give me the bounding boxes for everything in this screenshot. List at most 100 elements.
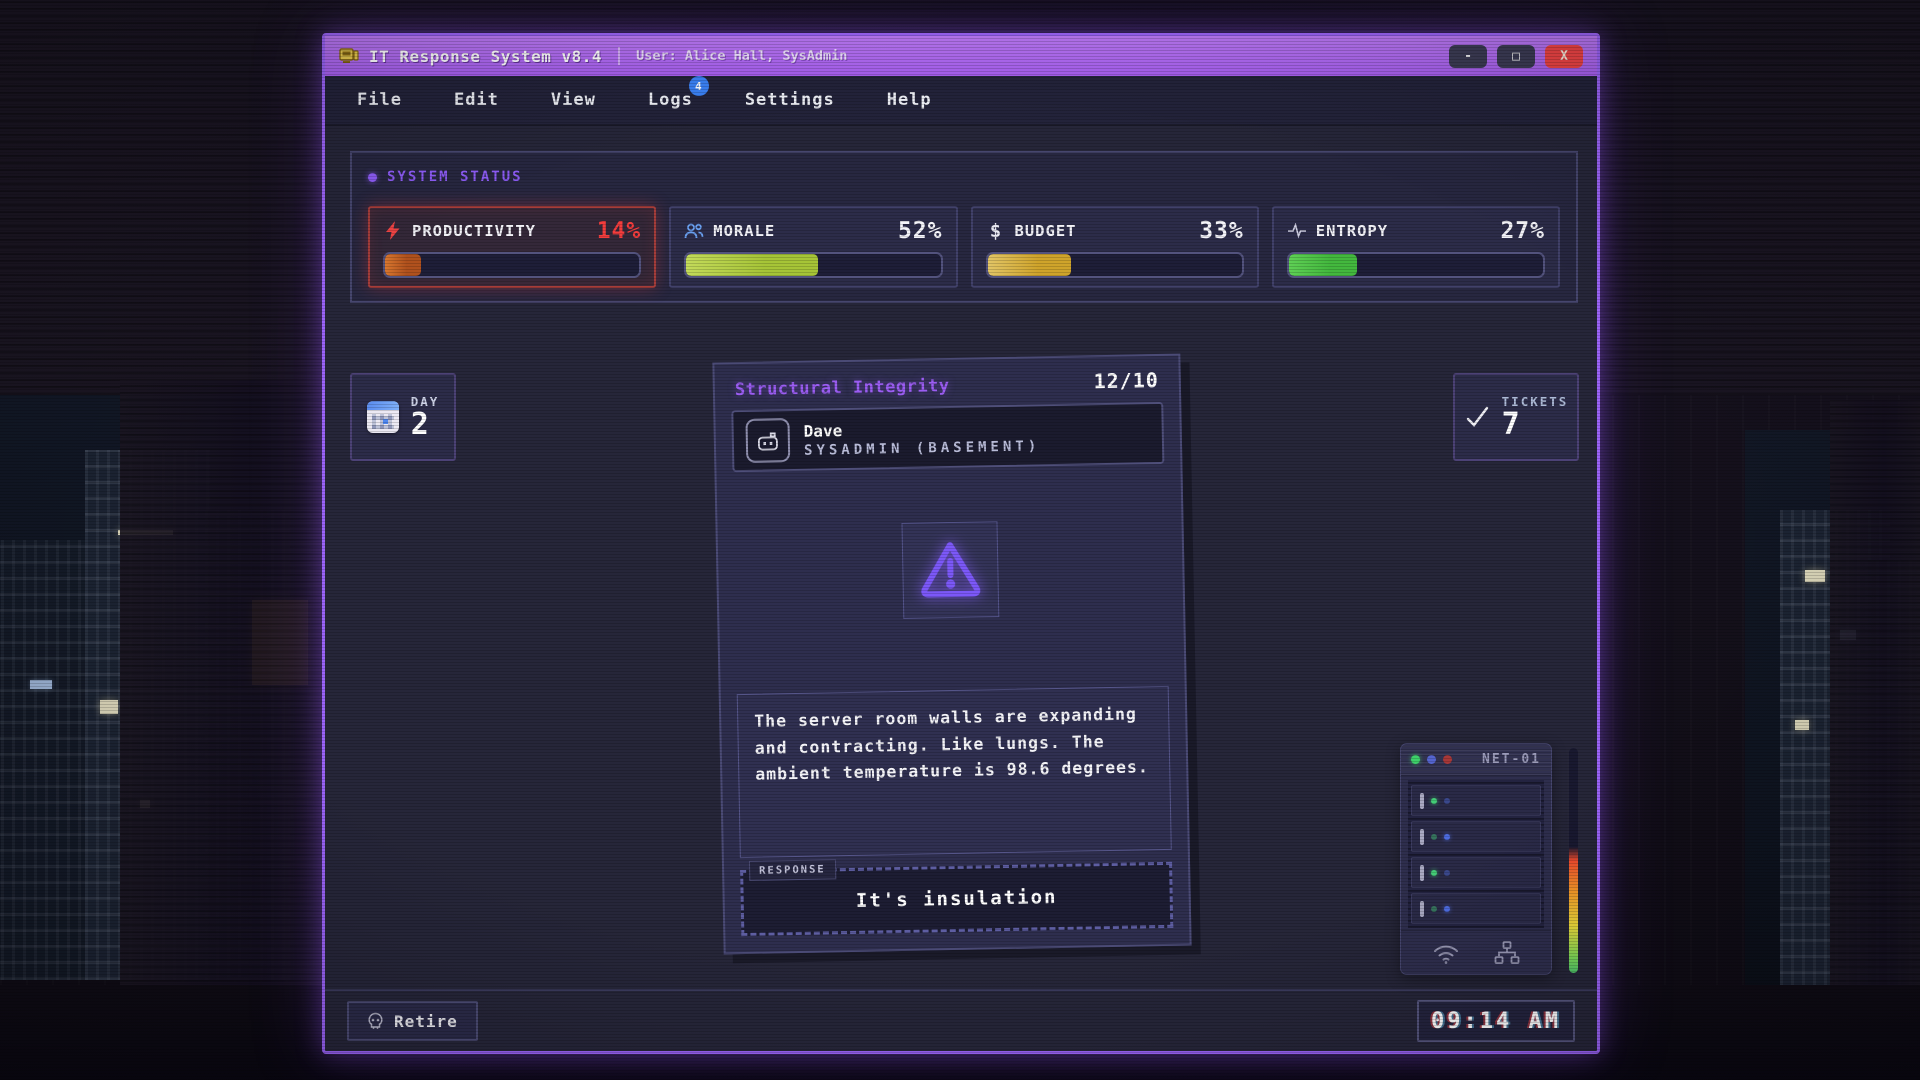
stat-label: PRODUCTIVITY — [412, 222, 588, 240]
footer-bar: Retire 09:14 AM — [325, 989, 1597, 1051]
clock: 09:14 AM — [1417, 1000, 1575, 1042]
warning-box — [901, 521, 999, 619]
room-pillar — [1830, 400, 1920, 1080]
net-panel-title: NET-01 — [1482, 752, 1541, 767]
skull-icon — [367, 1012, 384, 1030]
warning-triangle-icon — [917, 538, 984, 601]
retire-button[interactable]: Retire — [347, 1001, 478, 1041]
city-building — [0, 540, 85, 980]
progress-track — [986, 252, 1244, 278]
progress-track — [1287, 252, 1545, 278]
wifi-icon — [1431, 941, 1461, 965]
retire-label: Retire — [394, 1012, 458, 1031]
menu-item-edit[interactable]: Edit — [454, 90, 499, 110]
progress-fill — [686, 254, 818, 276]
stat-card-morale: MORALE 52% — [669, 206, 957, 288]
menu-label: Settings — [745, 90, 835, 110]
event-message: The server room walls are expanding and … — [754, 701, 1153, 789]
tickets-card: TICKETS 7 — [1453, 373, 1579, 461]
progress-track — [383, 252, 641, 278]
progress-fill — [385, 254, 421, 276]
stat-value: 52% — [898, 218, 943, 244]
event-counter: 12/10 — [1093, 368, 1159, 393]
menu-label: Edit — [454, 90, 499, 110]
event-sender: Dave SYSADMIN (BASEMENT) — [731, 402, 1164, 472]
progress-fill — [988, 254, 1072, 276]
city-lit-window — [1805, 570, 1825, 582]
menu-label: Help — [887, 90, 932, 110]
system-status-header: SYSTEM STATUS — [368, 169, 523, 185]
main-content: SYSTEM STATUS PRODUCTIVITY 14% — [325, 126, 1597, 1051]
menu-label: Logs — [648, 90, 693, 110]
robot-icon — [745, 418, 790, 463]
room-pillar — [120, 380, 330, 1080]
people-icon — [684, 221, 704, 241]
menu-item-help[interactable]: Help — [887, 90, 932, 110]
network-icon — [1493, 940, 1521, 966]
server-unit — [1411, 857, 1541, 888]
sender-role: SYSADMIN (BASEMENT) — [804, 438, 1040, 459]
stat-value: 33% — [1199, 218, 1244, 244]
user-info: User: Alice Hall, SysAdmin — [636, 48, 847, 64]
maximize-button[interactable]: □ — [1497, 45, 1535, 68]
net-footer — [1401, 930, 1551, 974]
window-title: IT Response System v8.4 — [369, 47, 602, 66]
stat-label: ENTROPY — [1316, 222, 1492, 240]
event-message-box: The server room walls are expanding and … — [737, 686, 1172, 858]
net-monitor-panel: NET-01 — [1400, 743, 1552, 975]
lightning-icon — [383, 221, 403, 241]
app-icon — [339, 46, 359, 66]
server-unit — [1411, 893, 1541, 924]
sender-name: Dave — [804, 421, 843, 441]
server-unit — [1411, 821, 1541, 852]
pulse-icon — [1287, 221, 1307, 241]
tickets-value: 7 — [1502, 409, 1520, 441]
close-button[interactable]: X — [1545, 45, 1583, 68]
event-card: Structural Integrity 12/10 Dave SYSADMI — [712, 354, 1191, 955]
app-window: IT Response System v8.4 User: Alice Hall… — [322, 33, 1600, 1054]
progress-fill — [1289, 254, 1358, 276]
stat-label: BUDGET — [1015, 222, 1191, 240]
stat-card-entropy: ENTROPY 27% — [1272, 206, 1560, 288]
event-title: Structural Integrity — [735, 376, 950, 400]
progress-track — [684, 252, 942, 278]
check-icon — [1464, 404, 1490, 430]
net-status-dot-red — [1443, 755, 1452, 764]
net-meter-bar — [1569, 748, 1578, 973]
status-dot-icon — [368, 173, 377, 182]
response-label: RESPONSE — [749, 859, 836, 881]
server-unit — [1411, 785, 1541, 816]
stat-card-budget: $ BUDGET 33% — [971, 206, 1259, 288]
menu-item-settings[interactable]: Settings — [745, 90, 835, 110]
minimize-button[interactable]: - — [1449, 45, 1487, 68]
response-text: It's insulation — [856, 886, 1058, 912]
city-lit-window — [1795, 720, 1809, 730]
menu-item-view[interactable]: View — [551, 90, 596, 110]
logs-badge: 4 — [689, 76, 709, 96]
net-status-dot-green — [1411, 755, 1420, 764]
menu-item-logs[interactable]: Logs 4 — [648, 90, 693, 110]
titlebar-divider — [618, 47, 620, 65]
system-status-title: SYSTEM STATUS — [387, 169, 523, 185]
response-option-button[interactable]: RESPONSE It's insulation — [740, 862, 1173, 936]
system-status-panel: SYSTEM STATUS PRODUCTIVITY 14% — [350, 151, 1578, 303]
dollar-icon: $ — [986, 221, 1006, 241]
menu-label: View — [551, 90, 596, 110]
stat-label: MORALE — [713, 222, 889, 240]
stat-value: 14% — [597, 218, 642, 244]
net-status-dot-blue — [1427, 755, 1436, 764]
menu-item-file[interactable]: File — [357, 90, 402, 110]
stat-value: 27% — [1500, 218, 1545, 244]
net-header: NET-01 — [1401, 744, 1551, 776]
screen: IT Response System v8.4 User: Alice Hall… — [0, 0, 1920, 1080]
menu-label: File — [357, 90, 402, 110]
city-lit-window — [100, 700, 118, 714]
titlebar[interactable]: IT Response System v8.4 User: Alice Hall… — [325, 36, 1597, 76]
city-lit-window — [30, 680, 52, 689]
day-value: 2 — [411, 409, 429, 441]
stat-card-productivity: PRODUCTIVITY 14% — [368, 206, 656, 288]
server-rack — [1408, 780, 1544, 928]
calendar-icon — [367, 401, 399, 433]
day-card: DAY 2 — [350, 373, 456, 461]
menubar: File Edit View Logs 4 Settings Help — [325, 76, 1597, 126]
